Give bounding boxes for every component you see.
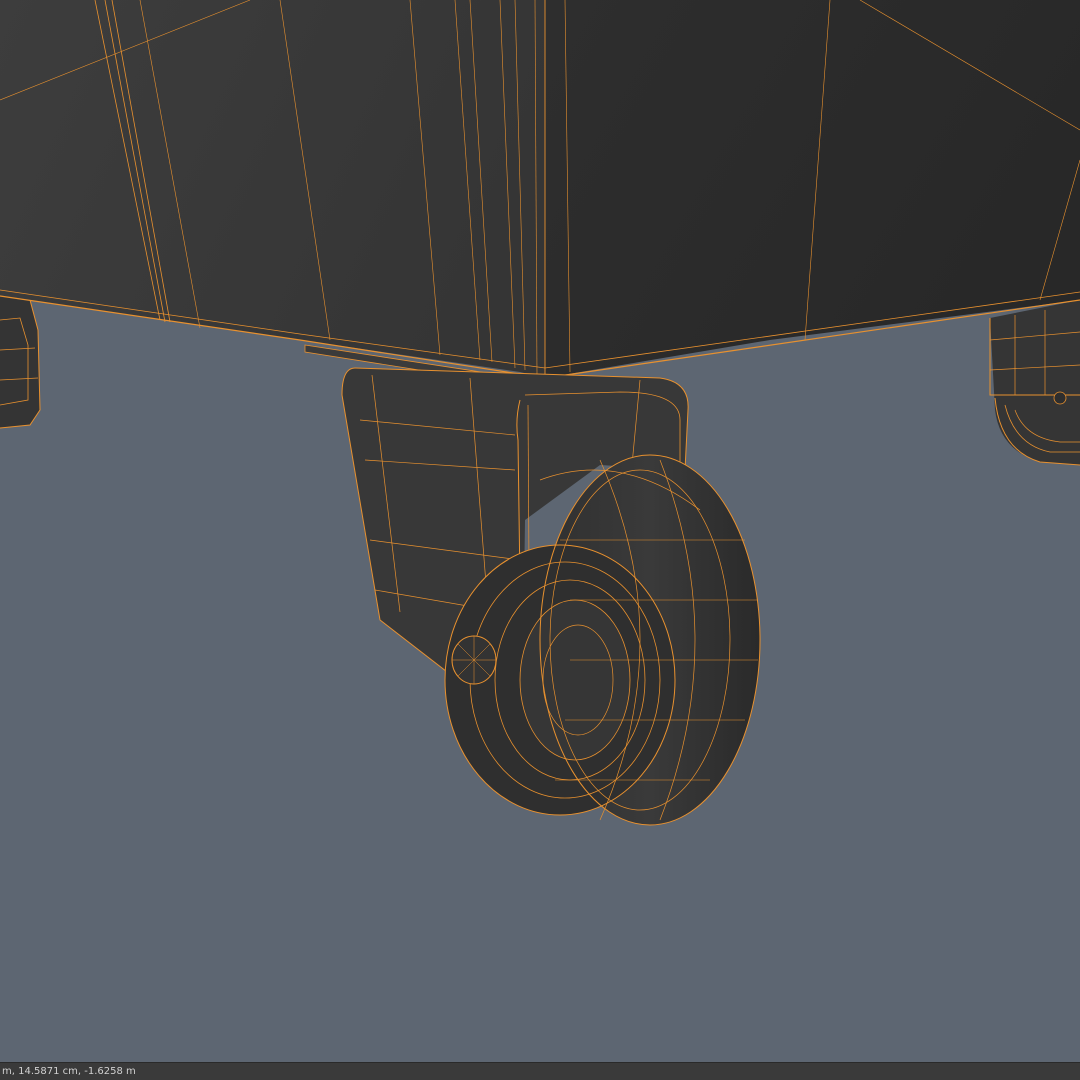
coordinate-readout: m, 14.5871 cm, -1.6258 m (2, 1066, 136, 1077)
axle-bolt (451, 635, 497, 685)
modeling-app: m, 14.5871 cm, -1.6258 m (0, 0, 1080, 1080)
3d-viewport[interactable] (0, 0, 1080, 1062)
viewport-scene (0, 0, 1080, 1062)
status-bar: m, 14.5871 cm, -1.6258 m (0, 1062, 1080, 1080)
left-caster (0, 294, 41, 429)
